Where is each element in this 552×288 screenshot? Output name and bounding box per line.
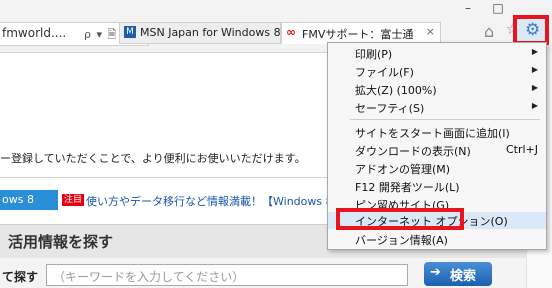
menu-item-view-downloads[interactable]: ダウンロードの表示(N) Ctrl+J: [328, 142, 546, 159]
menu-item-safety[interactable]: セーフティ(S) ▶: [328, 99, 546, 116]
search-button[interactable]: ➔ 検索: [424, 262, 492, 286]
menu-item-label: バージョン情報(A): [355, 234, 448, 247]
search-placeholder: （キーワードを入力してください）: [53, 270, 245, 284]
news-badge: 注目: [62, 194, 85, 206]
maximize-button[interactable]: □: [484, 1, 512, 15]
search-label: て探す: [2, 270, 39, 284]
gear-icon: ⚙: [525, 20, 541, 40]
msn-favicon-icon: M: [124, 26, 136, 38]
menu-separator: [350, 119, 540, 120]
tools-button[interactable]: ⚙: [513, 15, 549, 45]
divider: [0, 177, 330, 178]
menu-item-label: 印刷(P): [355, 48, 393, 61]
menu-item-file[interactable]: ファイル(F) ▶: [328, 63, 546, 80]
tab-fmv-support[interactable]: ∞ FMVサポート：富士通 ×: [281, 22, 441, 44]
menu-item-manage-addons[interactable]: アドオンの管理(M): [328, 160, 546, 177]
internet-options-highlight-box: [336, 208, 464, 230]
menu-item-about[interactable]: バージョン情報(A): [328, 231, 546, 248]
menu-item-label: 拡大(Z) (100%): [355, 84, 437, 97]
keyword-search-input[interactable]: （キーワードを入力してください）: [46, 264, 408, 286]
submenu-arrow-icon: ▶: [531, 101, 538, 110]
fmv-favicon-icon: ∞: [286, 25, 296, 39]
tab-close-icon[interactable]: ×: [426, 25, 435, 38]
address-url: fmworld....: [2, 26, 67, 40]
windows8-button[interactable]: ows 8: [0, 190, 58, 210]
tab-msn-label: MSN Japan for Windows 8: [140, 26, 281, 39]
search-area: て探す （キーワードを入力してください） ➔ 検索: [0, 258, 552, 288]
menu-item-print[interactable]: 印刷(P) ▶: [328, 45, 546, 62]
menu-item-label: ダウンロードの表示(N): [355, 145, 471, 158]
section-title: 活用情報を探す: [8, 233, 114, 251]
home-icon[interactable]: ⌂: [484, 22, 494, 41]
search-button-label: 検索: [450, 269, 477, 284]
menu-item-label: F12 開発者ツール(L): [355, 181, 460, 194]
menu-item-label: ファイル(F): [355, 66, 414, 79]
submenu-arrow-icon: ▶: [531, 65, 538, 74]
menu-item-label: アドオンの管理(M): [355, 163, 451, 176]
minimize-button[interactable]: –: [454, 1, 482, 15]
menu-item-zoom[interactable]: 拡大(Z) (100%) ▶: [328, 81, 546, 98]
tab-fmv-label: FMVサポート：富士通: [302, 28, 414, 41]
menu-item-label: セーフティ(S): [355, 102, 425, 115]
submenu-arrow-icon: ▶: [531, 83, 538, 92]
login-notice: ー登録していただくことで、より便利にお使いいただけます。: [0, 152, 306, 165]
submenu-arrow-icon: ▶: [531, 47, 538, 56]
tab-msn[interactable]: M MSN Japan for Windows 8: [119, 22, 281, 44]
arrow-right-icon: ➔: [430, 265, 441, 280]
menu-item-shortcut: Ctrl+J: [505, 143, 538, 156]
menu-item-add-site-to-start[interactable]: サイトをスタート画面に追加(I): [328, 124, 546, 141]
menu-item-label: サイトをスタート画面に追加(I): [355, 127, 510, 140]
menu-item-f12-dev-tools[interactable]: F12 開発者ツール(L): [328, 178, 546, 195]
